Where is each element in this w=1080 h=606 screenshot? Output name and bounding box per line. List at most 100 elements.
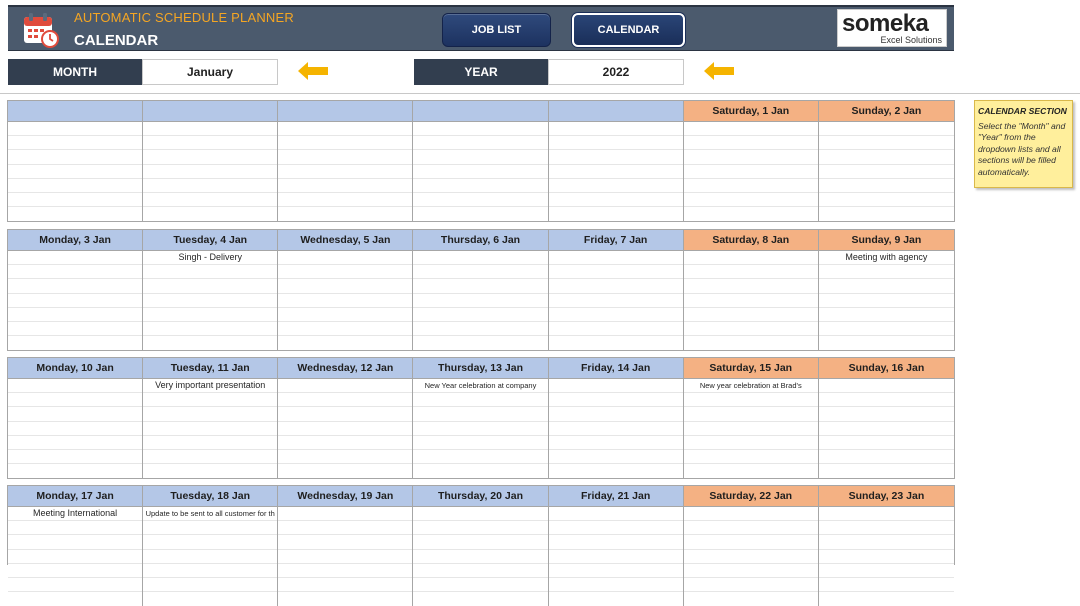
event-line[interactable]: [413, 407, 548, 422]
event-line[interactable]: [413, 150, 548, 165]
event-line[interactable]: [818, 436, 954, 450]
day-cell[interactable]: Singh - Delivery: [143, 251, 279, 351]
event-line[interactable]: [548, 308, 683, 322]
event-line[interactable]: [278, 308, 413, 322]
event-line[interactable]: [818, 294, 954, 308]
event-line[interactable]: [143, 308, 278, 322]
event-line[interactable]: [143, 592, 277, 606]
day-cell[interactable]: Very important presentation: [143, 379, 279, 479]
day-cell[interactable]: [683, 507, 819, 606]
event-line[interactable]: [143, 122, 278, 137]
event-line[interactable]: [278, 407, 413, 422]
event-line[interactable]: [683, 150, 818, 165]
event-line[interactable]: [8, 564, 143, 578]
event-line[interactable]: [413, 592, 547, 606]
event-line[interactable]: [548, 507, 683, 522]
day-cell[interactable]: Update to be sent to all customer for th: [143, 507, 279, 606]
event-line[interactable]: [143, 336, 277, 350]
event-line[interactable]: [683, 436, 818, 450]
event-line[interactable]: [818, 578, 954, 593]
event-line[interactable]: [278, 193, 413, 208]
event-line[interactable]: [548, 393, 683, 408]
event-line[interactable]: [413, 464, 547, 478]
event-line[interactable]: [548, 165, 683, 179]
day-cell[interactable]: [413, 251, 549, 351]
event-line[interactable]: Singh - Delivery: [143, 251, 278, 266]
event-line[interactable]: [683, 165, 818, 179]
event-line[interactable]: [8, 308, 143, 322]
event-line[interactable]: [819, 592, 954, 606]
event-line[interactable]: [413, 179, 548, 193]
event-line[interactable]: [278, 207, 412, 221]
event-line[interactable]: [278, 436, 413, 450]
event-line[interactable]: [413, 564, 548, 578]
day-cell[interactable]: [683, 251, 819, 351]
event-line[interactable]: [548, 550, 683, 564]
event-line[interactable]: [818, 322, 954, 337]
event-line[interactable]: [548, 265, 683, 280]
event-line[interactable]: [278, 422, 413, 436]
event-line[interactable]: [143, 136, 278, 151]
event-line[interactable]: [683, 550, 818, 564]
event-line[interactable]: [684, 464, 818, 478]
event-line[interactable]: [278, 336, 412, 350]
event-line[interactable]: [143, 265, 278, 280]
event-line[interactable]: [278, 464, 412, 478]
event-line[interactable]: [143, 564, 278, 578]
event-line[interactable]: [548, 150, 683, 165]
event-line[interactable]: [683, 535, 818, 550]
event-line[interactable]: [548, 294, 683, 308]
event-line[interactable]: [278, 393, 413, 408]
event-line[interactable]: [8, 450, 143, 465]
event-line[interactable]: [143, 193, 278, 208]
event-line[interactable]: [549, 207, 683, 221]
event-line[interactable]: [818, 521, 954, 536]
event-line[interactable]: [143, 436, 278, 450]
event-line[interactable]: [143, 521, 278, 536]
event-line[interactable]: [548, 535, 683, 550]
day-cell[interactable]: [8, 379, 144, 479]
event-line[interactable]: [413, 507, 548, 522]
day-cell[interactable]: [548, 251, 684, 351]
event-line[interactable]: [548, 379, 683, 394]
event-line[interactable]: [413, 322, 548, 337]
event-line[interactable]: [143, 150, 278, 165]
day-cell[interactable]: [683, 122, 819, 222]
day-cell[interactable]: [8, 251, 144, 351]
event-line[interactable]: [818, 422, 954, 436]
event-line[interactable]: [683, 122, 818, 137]
event-line[interactable]: [8, 393, 143, 408]
event-line[interactable]: [683, 193, 818, 208]
event-line[interactable]: [278, 578, 413, 593]
event-line[interactable]: [413, 550, 548, 564]
event-line[interactable]: Very important presentation: [143, 379, 278, 394]
event-line[interactable]: [548, 279, 683, 294]
event-line[interactable]: [8, 322, 143, 337]
event-line[interactable]: [683, 308, 818, 322]
event-line[interactable]: [143, 407, 278, 422]
event-line[interactable]: [8, 550, 143, 564]
event-line[interactable]: [278, 251, 413, 266]
day-cell[interactable]: New Year celebration at company: [413, 379, 549, 479]
event-line[interactable]: [143, 294, 278, 308]
event-line[interactable]: [8, 592, 142, 606]
event-line[interactable]: [8, 407, 143, 422]
event-line[interactable]: [818, 122, 954, 137]
event-line[interactable]: [683, 179, 818, 193]
event-line[interactable]: [683, 422, 818, 436]
event-line[interactable]: [413, 279, 548, 294]
day-cell[interactable]: [818, 507, 954, 606]
event-line[interactable]: New year celebration at Brad's: [683, 379, 818, 394]
event-line[interactable]: [818, 165, 954, 179]
event-line[interactable]: [413, 336, 547, 350]
event-line[interactable]: [818, 308, 954, 322]
day-cell[interactable]: [278, 122, 414, 222]
day-cell[interactable]: Meeting International: [8, 507, 144, 606]
event-line[interactable]: [8, 521, 143, 536]
event-line[interactable]: [143, 550, 278, 564]
event-line[interactable]: [683, 279, 818, 294]
event-line[interactable]: [683, 393, 818, 408]
event-line[interactable]: [818, 393, 954, 408]
event-line[interactable]: [818, 150, 954, 165]
event-line[interactable]: [278, 165, 413, 179]
